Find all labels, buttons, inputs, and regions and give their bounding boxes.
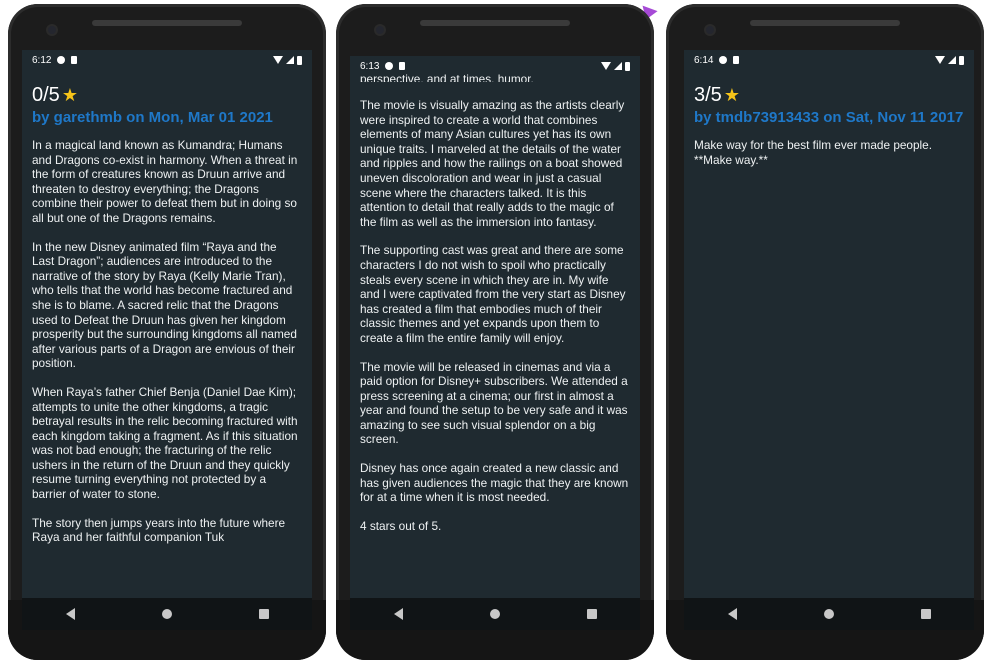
rating-value: 0/5 [32, 84, 60, 106]
status-bar: 6:14 [684, 50, 974, 70]
phone-3-screen: 6:14 3/5 ★ by tmdb73913433 on Sat, Nov 1… [684, 50, 974, 630]
review-partial-line: perspective, and at times, humor. [360, 72, 534, 82]
status-bar: 6:12 [22, 50, 312, 70]
earpiece-speaker [92, 20, 242, 26]
phone-1-screen: 6:12 0/5 ★ by garethmb on Mon, Mar 01 20… [22, 50, 312, 630]
app-status-icon [57, 56, 66, 64]
recents-icon[interactable] [920, 609, 931, 619]
review-paragraph: The movie is visually amazing as the art… [360, 98, 625, 229]
back-icon[interactable] [727, 608, 737, 620]
signal-icon [948, 56, 956, 64]
review-paragraph: In a magical land known as Kumandra; Hum… [32, 138, 298, 225]
review-content[interactable]: perspective, and at times, humor. The mo… [350, 72, 640, 533]
review-paragraph: The supporting cast was great and there … [360, 243, 626, 345]
wifi-icon [273, 56, 283, 64]
phone-1: 6:12 0/5 ★ by garethmb on Mon, Mar 01 20… [8, 4, 326, 660]
status-time: 6:12 [32, 54, 52, 66]
review-content[interactable]: 0/5 ★ by garethmb on Mon, Mar 01 2021 In… [22, 84, 312, 545]
review-content[interactable]: 3/5 ★ by tmdb73913433 on Sat, Nov 11 201… [684, 84, 974, 167]
sd-card-icon [71, 56, 78, 64]
home-icon[interactable] [823, 609, 834, 619]
battery-icon [959, 55, 964, 65]
star-icon: ★ [723, 85, 740, 105]
front-camera [706, 26, 714, 34]
app-status-icon [719, 56, 728, 64]
earpiece-speaker [420, 20, 570, 26]
battery-icon [297, 55, 302, 65]
phone-3: 6:14 3/5 ★ by tmdb73913433 on Sat, Nov 1… [666, 4, 984, 660]
wifi-icon [935, 56, 945, 64]
review-paragraph: 4 stars out of 5. [360, 518, 442, 533]
review-paragraph: When Raya’s father Chief Benja (Daniel D… [32, 384, 298, 502]
navigation-bar [22, 598, 312, 630]
phone-2-screen: 6:13 perspective, and at times, humor. T… [350, 56, 640, 630]
review-rating: 0/5 ★ [32, 84, 302, 107]
sd-card-icon [399, 62, 406, 70]
review-paragraph: Make way for the best film ever made peo… [694, 138, 933, 167]
signal-icon [286, 56, 294, 64]
app-status-icon [385, 62, 394, 70]
status-time: 6:13 [360, 60, 380, 72]
signal-icon [614, 62, 622, 70]
review-author: by garethmb on Mon, Mar 01 2021 [32, 109, 273, 126]
back-icon[interactable] [65, 608, 75, 620]
review-rating: 3/5 ★ [694, 84, 964, 107]
review-paragraph: Disney has once again created a new clas… [360, 461, 629, 505]
front-camera [376, 26, 384, 34]
back-icon[interactable] [393, 608, 403, 620]
wifi-icon [601, 62, 611, 70]
navigation-bar [350, 598, 640, 630]
earpiece-speaker [750, 20, 900, 26]
rating-value: 3/5 [694, 84, 722, 106]
front-camera [48, 26, 56, 34]
recents-icon[interactable] [586, 609, 597, 619]
navigation-bar [684, 598, 974, 630]
sd-card-icon [733, 56, 740, 64]
home-icon[interactable] [161, 609, 172, 619]
review-paragraph: The movie will be released in cinemas an… [360, 359, 628, 447]
phone-2: 6:13 perspective, and at times, humor. T… [336, 4, 654, 660]
review-paragraph: In the new Disney animated film “Raya an… [32, 239, 297, 371]
star-icon: ★ [61, 85, 78, 105]
battery-icon [625, 61, 630, 71]
review-author: by tmdb73913433 on Sat, Nov 11 2017 [694, 109, 964, 126]
recents-icon[interactable] [258, 609, 269, 619]
review-paragraph: The story then jumps years into the futu… [32, 515, 286, 545]
status-time: 6:14 [694, 54, 714, 66]
home-icon[interactable] [489, 609, 500, 619]
